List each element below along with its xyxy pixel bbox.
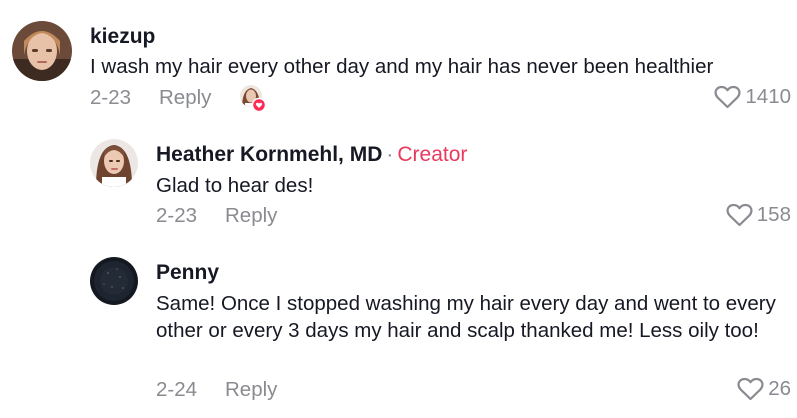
like-count: 1410 xyxy=(745,85,791,108)
creator-avatar-image xyxy=(90,139,138,187)
user-avatar-image xyxy=(12,21,72,81)
like-count: 158 xyxy=(756,203,791,226)
comment-username[interactable]: kiezup xyxy=(90,25,155,49)
avatar[interactable] xyxy=(12,21,72,81)
heart-outline-icon xyxy=(714,85,741,109)
heart-outline-icon xyxy=(737,377,764,401)
like-button[interactable]: 26 xyxy=(737,377,791,401)
comment-text: I wash my hair every other day and my ha… xyxy=(90,55,714,78)
reply-username: Heather Kornmehl, MD · Creator xyxy=(156,143,467,167)
separator: · xyxy=(386,143,394,166)
heart-outline-icon xyxy=(726,203,753,227)
creator-liked-avatar-icon xyxy=(239,84,267,113)
reply-button[interactable]: Reply xyxy=(225,204,277,228)
avatar[interactable] xyxy=(90,139,138,187)
reply-text: Same! Once I stopped washing my hair eve… xyxy=(156,292,776,342)
reply-text: Glad to hear des! xyxy=(156,174,314,197)
reply-username[interactable]: Penny xyxy=(156,261,219,285)
reply-button[interactable]: Reply xyxy=(159,86,211,110)
creator-badge: Creator xyxy=(397,143,468,166)
user-avatar-image xyxy=(90,257,138,305)
avatar[interactable] xyxy=(90,257,138,305)
reply-date: 2-23 xyxy=(156,204,198,227)
comment-date: 2-23 xyxy=(90,86,132,109)
like-button[interactable]: 1410 xyxy=(714,85,791,109)
like-count: 26 xyxy=(768,377,791,400)
creator-name[interactable]: Heather Kornmehl, MD xyxy=(156,143,382,166)
reply-date: 2-24 xyxy=(156,378,198,401)
reply-button[interactable]: Reply xyxy=(225,378,277,402)
like-button[interactable]: 158 xyxy=(726,203,791,227)
comments-panel: kiezup I wash my hair every other day an… xyxy=(0,0,797,418)
